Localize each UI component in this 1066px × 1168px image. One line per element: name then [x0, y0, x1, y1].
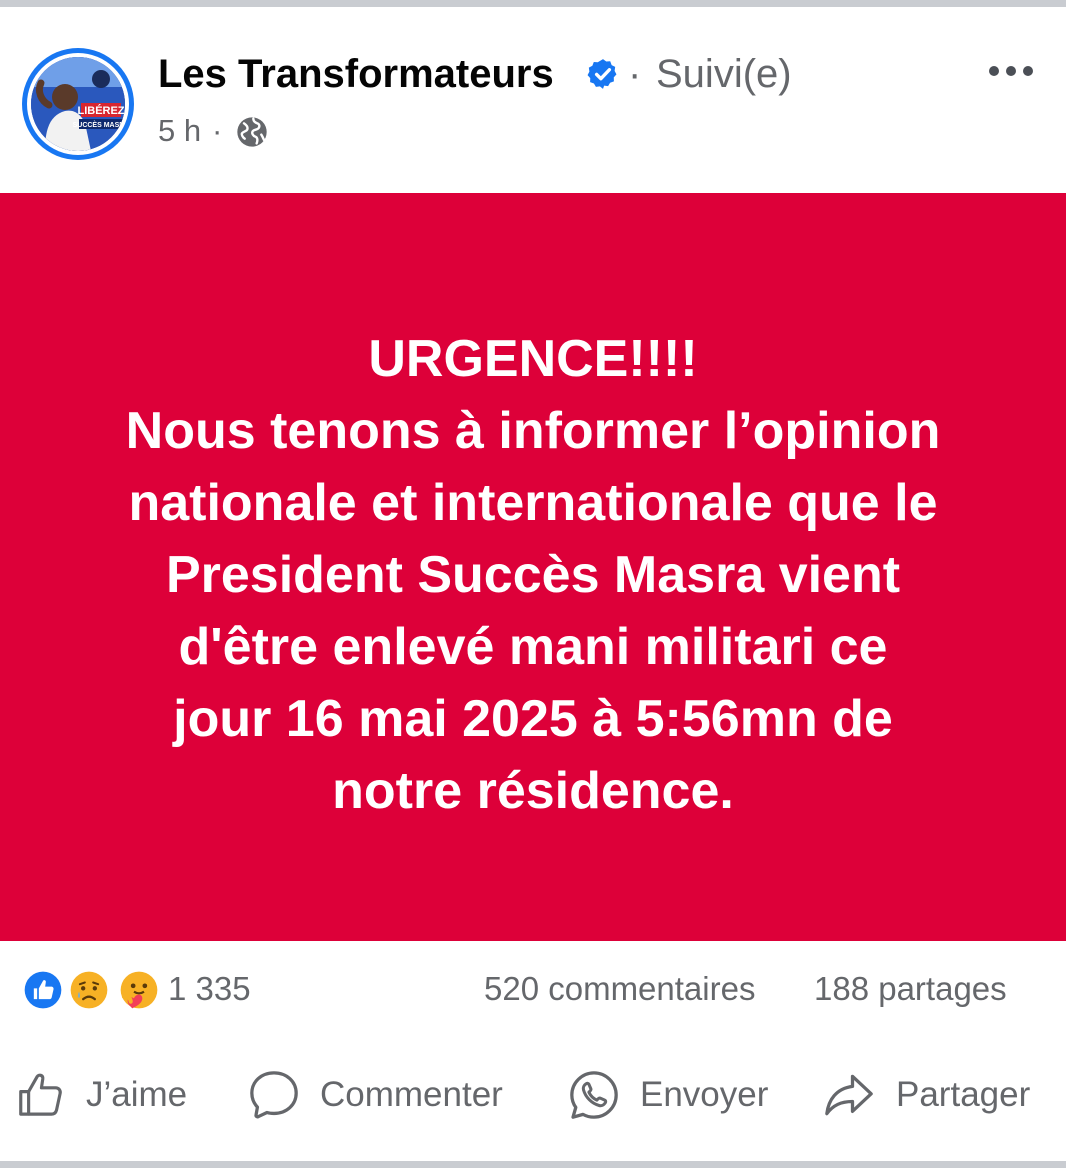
more-options-button[interactable]: [976, 51, 1046, 91]
verified-badge-icon: [587, 59, 617, 89]
post-text-card[interactable]: URGENCE!!!! Nous tenons à informer l’opi…: [0, 193, 1066, 941]
send-button[interactable]: Envoyer: [566, 1067, 768, 1123]
follow-status-button[interactable]: Suivi(e): [656, 51, 792, 97]
page-avatar[interactable]: LIBÉREZ SUCCÈS MASRA: [22, 48, 134, 160]
share-arrow-icon: [825, 1074, 873, 1116]
comment-bubble-icon: [250, 1071, 298, 1119]
avatar-image: LIBÉREZ SUCCÈS MASRA: [31, 57, 125, 151]
bottom-divider: [0, 1161, 1066, 1168]
comment-label: Commenter: [320, 1075, 503, 1114]
reactions-count[interactable]: 1 335: [168, 970, 251, 1008]
sad-icon: [66, 967, 112, 1013]
post-message-line: d'être enlevé mani militari ce: [178, 618, 888, 676]
comments-count-link[interactable]: 520 commentaires: [484, 970, 755, 1008]
thumbs-up-icon: [19, 1073, 62, 1116]
avatar-photo-icon: LIBÉREZ SUCCÈS MASRA: [31, 57, 125, 151]
like-button[interactable]: J’aime: [14, 1067, 187, 1123]
dot-icon: [1006, 66, 1016, 76]
svg-text:SUCCÈS MASRA: SUCCÈS MASRA: [73, 120, 125, 129]
post-message-line: notre résidence.: [332, 762, 734, 820]
post-message-line: President Succès Masra vient: [165, 546, 901, 604]
dot-icon: [989, 66, 999, 76]
reaction-summary[interactable]: [20, 967, 162, 1015]
whatsapp-icon: [570, 1071, 618, 1119]
send-label: Envoyer: [640, 1075, 769, 1114]
post-timestamp[interactable]: 5 h: [158, 113, 201, 149]
top-divider: [0, 0, 1066, 7]
svg-text:LIBÉREZ: LIBÉREZ: [77, 104, 124, 117]
dot-icon: [1023, 66, 1033, 76]
shares-count-link[interactable]: 188 partages: [814, 970, 1007, 1008]
share-button[interactable]: Partager: [820, 1067, 1030, 1123]
page-name-link[interactable]: Les Transformateurs: [158, 51, 554, 97]
post-header: LIBÉREZ SUCCÈS MASRA Les Transformateurs…: [0, 7, 1066, 193]
post-message-line: URGENCE!!!!: [368, 330, 698, 388]
timestamp-separator: ·: [212, 113, 223, 148]
like-label: J’aime: [86, 1075, 188, 1114]
action-bar: J’aime Commenter Envoyer Partager: [0, 1037, 1066, 1161]
post-stats: 1 335 520 commentaires 188 partages: [0, 941, 1066, 1037]
name-separator: ·: [628, 52, 642, 96]
like-icon: [20, 967, 66, 1013]
share-label: Partager: [896, 1075, 1031, 1114]
post-message-line: jour 16 mai 2025 à 5:56mn de: [173, 690, 893, 748]
care-icon: [116, 967, 162, 1013]
post-message: URGENCE!!!! Nous tenons à informer l’opi…: [40, 323, 1026, 827]
post-message-line: nationale et internationale que le: [128, 474, 938, 532]
comment-button[interactable]: Commenter: [246, 1067, 503, 1123]
facebook-post: LIBÉREZ SUCCÈS MASRA Les Transformateurs…: [0, 0, 1066, 1168]
post-message-line: Nous tenons à informer l’opinion: [125, 402, 941, 460]
globe-icon: [237, 117, 267, 147]
